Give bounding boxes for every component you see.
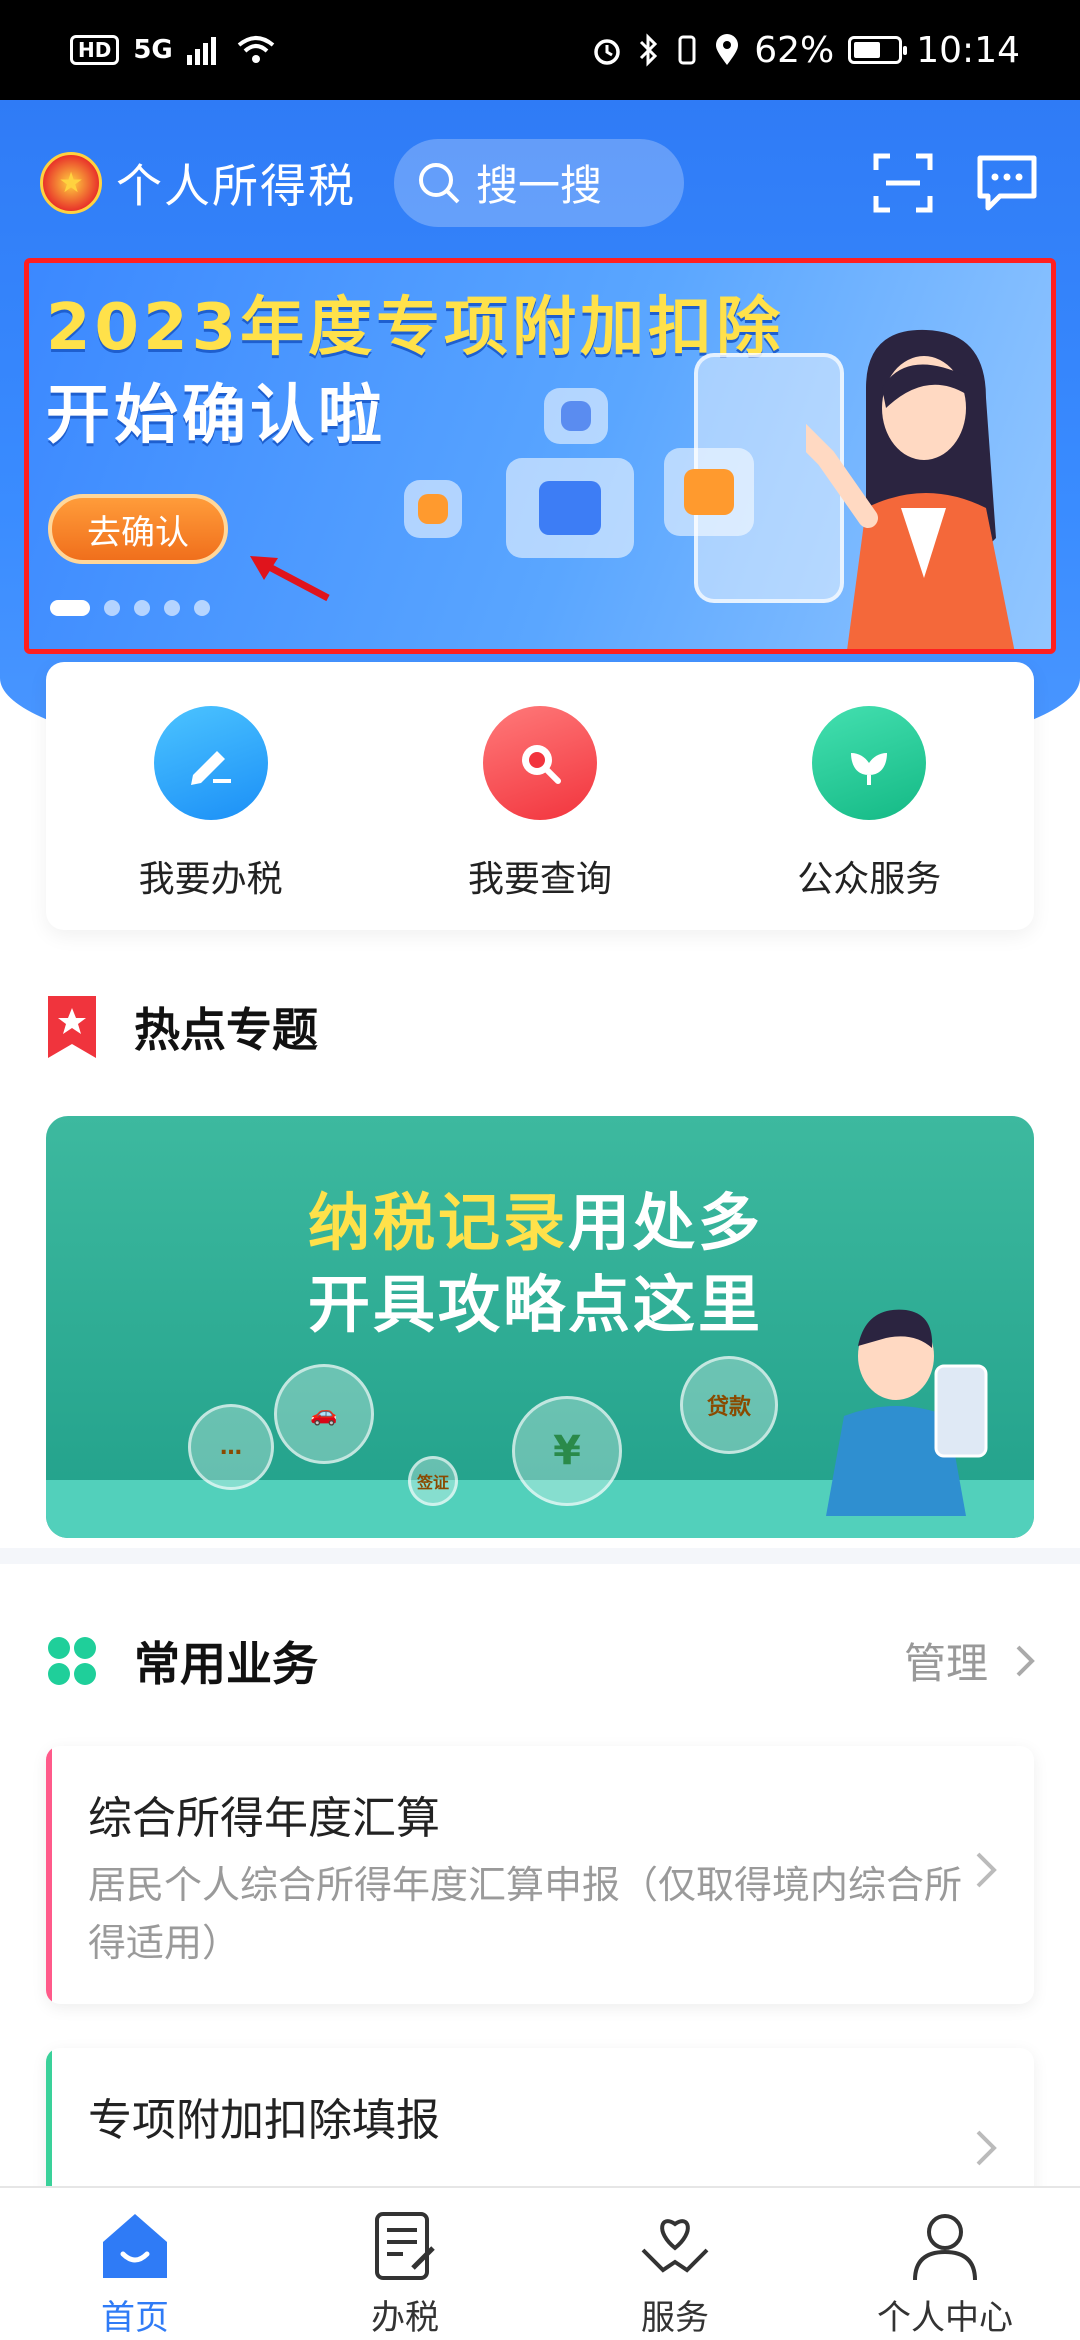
hot-banner-line1-rest: 用处多 bbox=[568, 1186, 764, 1259]
hot-topics-header: 热点专题 bbox=[46, 994, 318, 1060]
wifi-icon bbox=[237, 36, 275, 63]
banner-title-line2: 开始确认啦 bbox=[46, 379, 386, 453]
quick-action-tax[interactable]: 我要办税 bbox=[81, 706, 341, 930]
nav-tax[interactable]: 办税 bbox=[305, 2208, 505, 2339]
nav-label: 办税 bbox=[371, 2298, 439, 2338]
status-right: 62% 10:14 bbox=[590, 30, 1020, 71]
nav-profile[interactable]: 个人中心 bbox=[845, 2208, 1045, 2339]
promo-banner[interactable]: 2023年度专项附加扣除 开始确认啦 去确认 bbox=[24, 258, 1056, 654]
banner-title-line1: 2023年度专项附加扣除 bbox=[46, 291, 785, 365]
woman-illustration bbox=[806, 329, 1016, 654]
carousel-dot[interactable] bbox=[194, 600, 210, 616]
section-title: 热点专题 bbox=[134, 1003, 318, 1057]
home-icon bbox=[103, 2214, 167, 2278]
carousel-dot[interactable] bbox=[134, 600, 150, 616]
status-left: HD 5G bbox=[70, 35, 275, 65]
quick-action-label: 公众服务 bbox=[797, 859, 942, 900]
hot-banner-highlight: 纳税记录 bbox=[308, 1186, 569, 1259]
search-placeholder: 搜一搜 bbox=[476, 161, 603, 210]
hd-indicator: HD bbox=[70, 35, 120, 65]
hot-banner-line2: 开具攻略点这里 bbox=[308, 1268, 764, 1341]
edit-icon bbox=[153, 706, 268, 820]
man-illustration bbox=[826, 1309, 988, 1516]
business-item-title: 专项附加扣除填报 bbox=[88, 2095, 440, 2146]
top-bar-actions bbox=[872, 152, 1040, 214]
network-type: 5G bbox=[133, 35, 173, 65]
quick-action-label: 我要查询 bbox=[467, 859, 612, 900]
battery-icon bbox=[848, 36, 908, 64]
search-input[interactable]: 搜一搜 bbox=[394, 138, 684, 227]
carousel-dots bbox=[50, 600, 210, 616]
app-title: 个人所得税 bbox=[116, 158, 356, 213]
document-icon bbox=[375, 2212, 435, 2280]
location-icon bbox=[716, 34, 739, 65]
signal-icon bbox=[186, 37, 216, 65]
manage-label: 管理 bbox=[903, 1639, 988, 1688]
scan-icon[interactable] bbox=[872, 152, 934, 214]
nav-label: 首页 bbox=[101, 2298, 169, 2338]
house-bubble: ¥ bbox=[512, 1396, 622, 1506]
pointer-arrow-icon bbox=[250, 556, 330, 602]
chevron-right-icon bbox=[1016, 1645, 1035, 1676]
quick-action-label: 我要办税 bbox=[138, 859, 283, 900]
quick-actions-card: 我要办税 我要查询 公众服务 bbox=[46, 662, 1034, 930]
house-icon bbox=[664, 448, 754, 536]
carousel-dot[interactable] bbox=[104, 600, 120, 616]
quick-action-query[interactable]: 我要查询 bbox=[410, 706, 670, 930]
bottom-navigation: 首页 办税 服务 个人中心 bbox=[0, 2186, 1080, 2340]
heart-hands-icon bbox=[641, 2219, 709, 2273]
message-icon[interactable] bbox=[974, 152, 1040, 214]
visa-bubble: 签证 bbox=[408, 1456, 458, 1506]
status-bar: HD 5G 62% 10:14 bbox=[0, 0, 1080, 100]
loan-bubble: 贷款 bbox=[680, 1356, 778, 1454]
chevron-right-icon bbox=[976, 1852, 997, 1888]
top-bar: ★ 个人所得税 搜一搜 bbox=[0, 100, 1080, 265]
alarm-icon bbox=[594, 39, 620, 65]
money-bag-icon bbox=[544, 388, 608, 444]
quick-action-public-service[interactable]: 公众服务 bbox=[739, 706, 999, 930]
section-divider bbox=[0, 1548, 1080, 1564]
nav-service[interactable]: 服务 bbox=[575, 2208, 775, 2339]
business-item-title: 综合所得年度汇算 bbox=[88, 1793, 440, 1844]
business-item-desc: 居民个人综合所得年度汇算申报（仅取得境内综合所得适用） bbox=[88, 1863, 963, 1965]
nav-label: 个人中心 bbox=[877, 2298, 1013, 2338]
user-icon bbox=[913, 2214, 977, 2281]
hot-topic-banner[interactable]: 纳税记录用处多 开具攻略点这里 … 🚗 签证 ¥ 贷款 bbox=[46, 1116, 1034, 1538]
confirm-button[interactable]: 去确认 bbox=[48, 494, 228, 564]
grid-icon bbox=[48, 1637, 96, 1685]
search-icon bbox=[482, 706, 597, 820]
battery-fill bbox=[854, 42, 881, 58]
accent-bar bbox=[46, 1746, 52, 2004]
battery-percent: 62% bbox=[754, 29, 835, 71]
tax-emblem-logo: ★ bbox=[40, 151, 102, 214]
carousel-dot[interactable] bbox=[164, 600, 180, 616]
chevron-right-icon bbox=[976, 2130, 997, 2166]
clock: 10:14 bbox=[916, 29, 1020, 71]
common-business-header: 常用业务 bbox=[46, 1628, 318, 1694]
hot-banner-line1: 纳税记录用处多 bbox=[308, 1172, 763, 1262]
medical-icon bbox=[404, 480, 462, 538]
car-icon: 🚗 bbox=[274, 1364, 374, 1464]
manage-button[interactable]: 管理 bbox=[904, 1630, 1044, 1691]
education-icon bbox=[506, 458, 634, 558]
search-icon bbox=[419, 162, 460, 203]
business-item[interactable]: 综合所得年度汇算 居民个人综合所得年度汇算申报（仅取得境内综合所得适用） bbox=[46, 1746, 1034, 2004]
flower-icon bbox=[812, 706, 927, 820]
bookmark-star-icon bbox=[48, 996, 96, 1058]
chat-bubble-icon: … bbox=[188, 1404, 274, 1490]
section-title: 常用业务 bbox=[134, 1637, 318, 1691]
carousel-dot-active[interactable] bbox=[50, 600, 90, 616]
vibrate-icon bbox=[678, 35, 696, 65]
bluetooth-icon bbox=[640, 33, 658, 67]
app-screen: HD 5G 62% 10:14 ★ 个人所得税 搜一搜 2023年度专项附加扣除… bbox=[0, 0, 1080, 2340]
nav-label: 服务 bbox=[641, 2298, 709, 2338]
nav-home[interactable]: 首页 bbox=[35, 2208, 235, 2339]
